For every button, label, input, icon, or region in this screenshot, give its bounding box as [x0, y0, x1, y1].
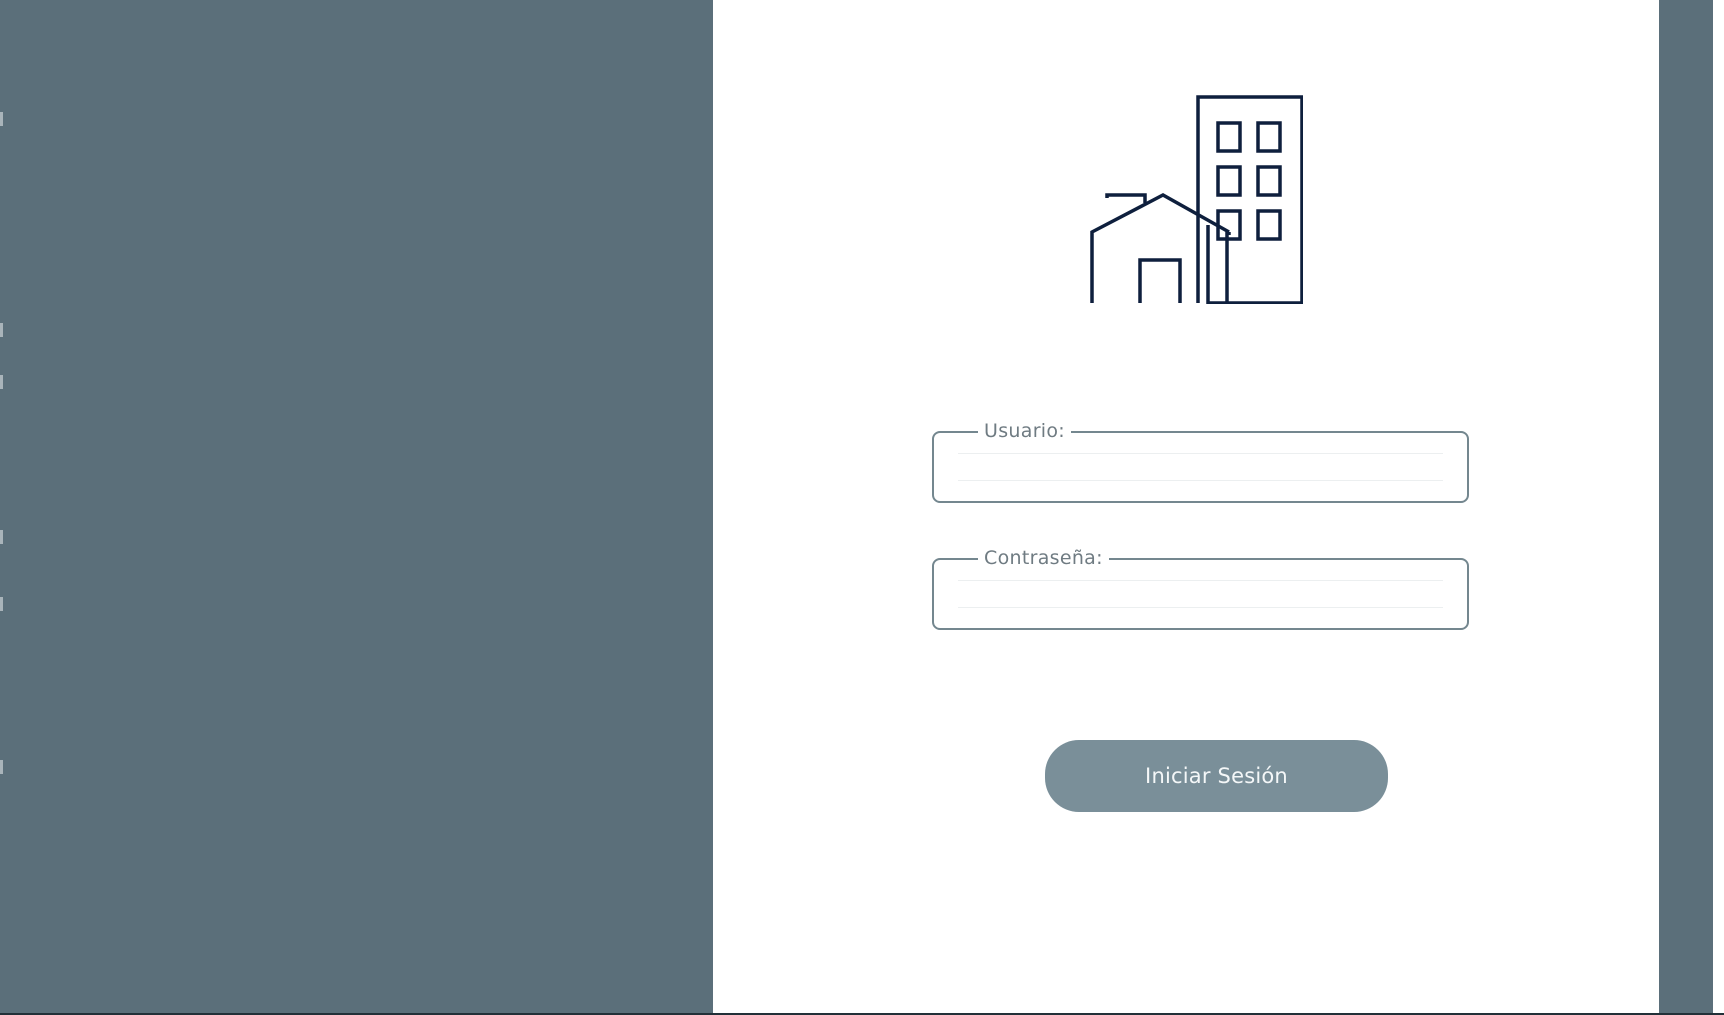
username-label: Usuario:: [978, 420, 1072, 442]
edge-mark: [0, 530, 3, 544]
right-side-strip: [1659, 0, 1713, 1015]
edge-mark: [0, 597, 3, 611]
edge-mark: [0, 323, 3, 337]
left-side-panel: [0, 0, 713, 1015]
username-field: Usuario:: [932, 420, 1469, 503]
building-house-icon: [1090, 95, 1304, 305]
left-edge-marks: [0, 0, 3, 1015]
password-input[interactable]: [958, 580, 1443, 608]
right-edge: [1713, 0, 1724, 1015]
login-button[interactable]: Iniciar Sesión: [1045, 740, 1388, 812]
login-window: Usuario: Contraseña: Iniciar Sesión: [0, 0, 1724, 1015]
username-input[interactable]: [958, 453, 1443, 481]
edge-mark: [0, 375, 3, 389]
edge-mark: [0, 760, 3, 774]
edge-mark: [0, 112, 3, 126]
password-field: Contraseña:: [932, 547, 1469, 630]
password-label: Contraseña:: [978, 547, 1109, 569]
